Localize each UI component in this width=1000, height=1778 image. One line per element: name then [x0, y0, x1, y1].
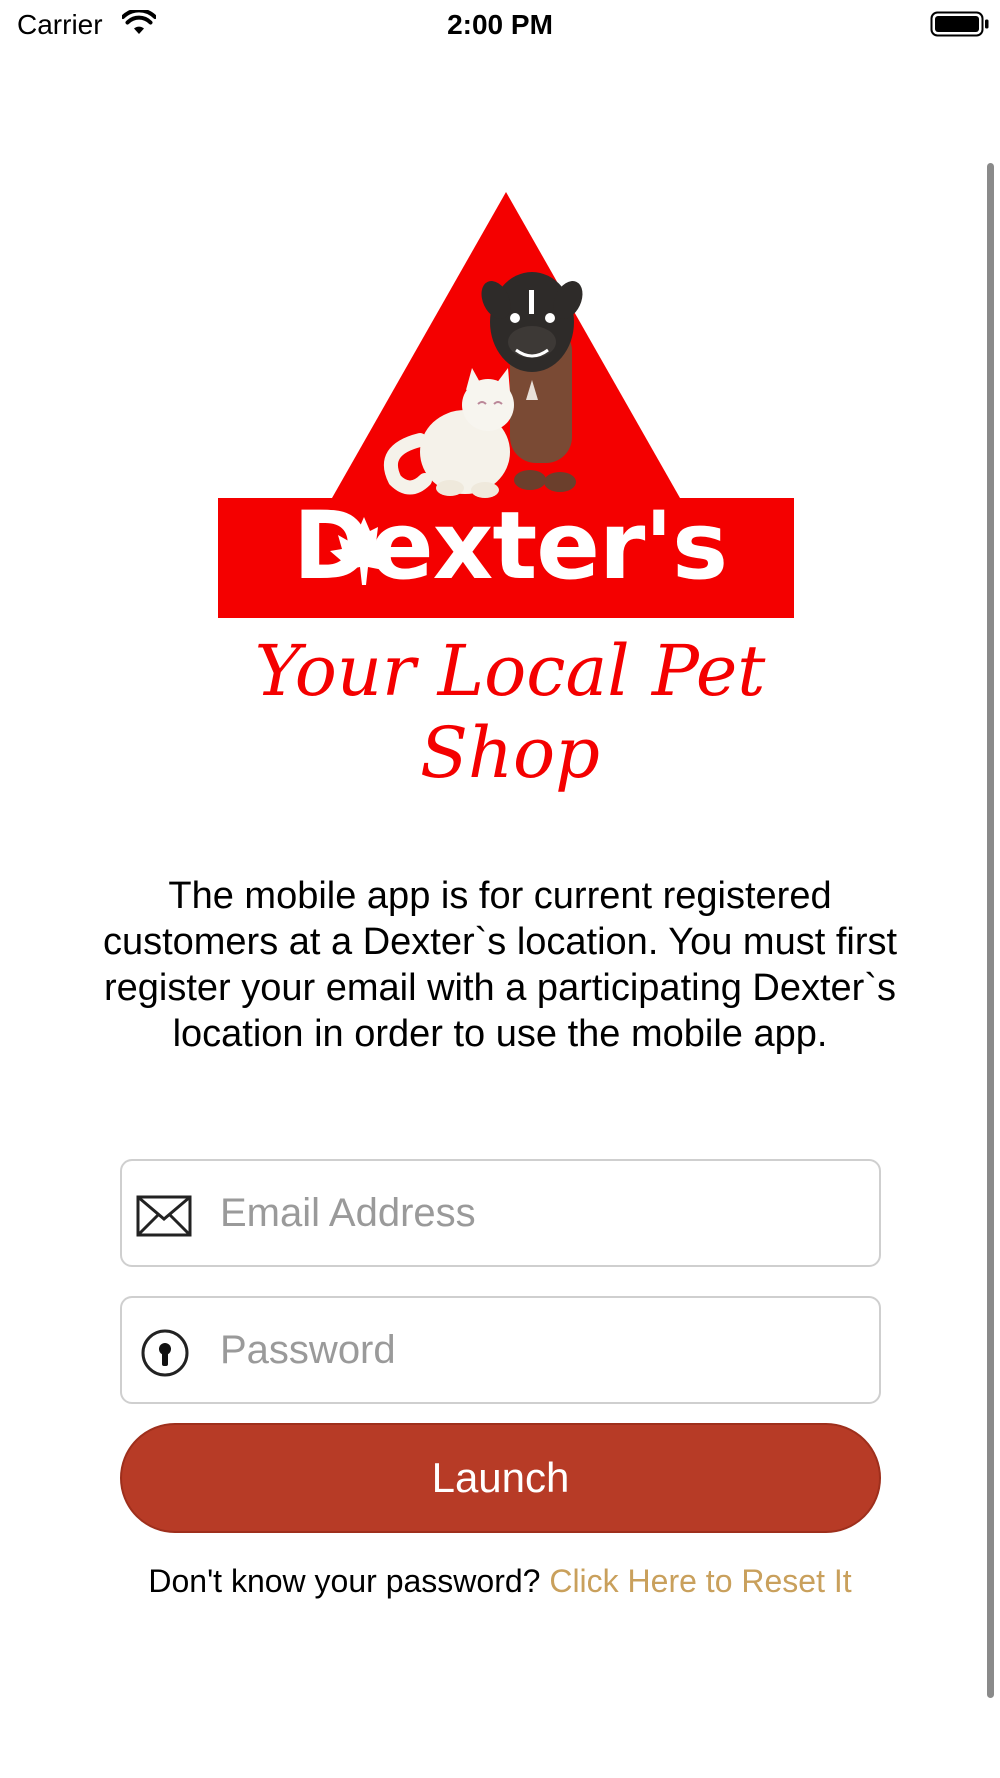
reset-prompt: Don't know your password? [148, 1563, 541, 1599]
email-input[interactable] [220, 1181, 860, 1245]
dexters-logo: Dexter's Your Local Pet Shop [210, 190, 810, 794]
password-field[interactable] [120, 1296, 881, 1404]
reset-password-link[interactable]: Click Here to Reset It [549, 1563, 851, 1599]
clock: 2:00 PM [447, 9, 553, 40]
tagline: Your Local Pet Shop [254, 630, 766, 794]
scrollbar[interactable] [987, 163, 994, 1698]
keyhole-icon [140, 1328, 190, 1383]
envelope-icon [136, 1195, 192, 1242]
launch-button[interactable]: Launch [120, 1423, 881, 1533]
email-field[interactable] [120, 1159, 881, 1267]
status-bar: Carrier 2:00 PM [0, 0, 1000, 50]
reset-password-row: Don't know your password? Click Here to … [0, 1563, 1000, 1600]
brand-name: Dexter's [292, 492, 728, 601]
battery-icon [930, 11, 990, 42]
intro-text: The mobile app is for current registered… [102, 875, 898, 1055]
password-input[interactable] [220, 1318, 860, 1382]
